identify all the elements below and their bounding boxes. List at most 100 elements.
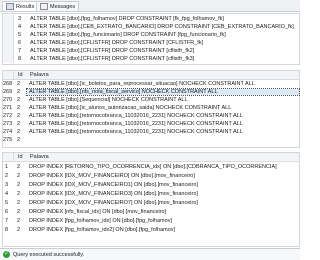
row-header[interactable]: 7 <box>3 218 13 224</box>
cell-text[interactable]: ALTER TABLE [dbo].[CFLISTFR] DROP CONSTR… <box>28 56 299 62</box>
cell-text[interactable]: DROP INDEX [RETORNO_TIPO_OCORRENCIA_idx]… <box>27 164 299 170</box>
cell-text[interactable]: ALTER TABLE [dbo].[retornocobranca_11032… <box>27 129 299 135</box>
row-header[interactable]: 273 <box>3 121 13 127</box>
select-all-corner[interactable] <box>3 153 14 161</box>
tab-messages[interactable]: Messages <box>36 1 80 11</box>
row-id: 2 <box>17 218 21 224</box>
row-id: 2 <box>17 209 21 215</box>
row-num: 3 <box>18 16 22 22</box>
row-header[interactable] <box>3 55 14 63</box>
row-header[interactable]: 2 <box>3 173 13 179</box>
table-row-selected[interactable]: 269 2 ALTER TABLE [dbo].[nfs_nota_fiscal_s… <box>3 88 300 96</box>
status-bar: ✓ Query executed successfully. <box>0 248 300 260</box>
table-row[interactable]: 6 2 DROP INDEX [nfs_fiscal_idx] ON [dbo].[… <box>3 208 299 216</box>
row-header[interactable]: 269 <box>3 89 13 95</box>
cell-text[interactable]: ALTER TABLE [dbo].[ic_boletos_para_repro… <box>27 81 299 87</box>
grid-icon <box>6 3 14 10</box>
cell-text[interactable]: ALTER TABLE [dbo].[CEB_EXTRATO_BANCARIO]… <box>28 24 299 30</box>
row-header[interactable]: 3 <box>3 182 13 188</box>
tab-results-label: Results <box>16 3 35 10</box>
table-row[interactable]: 8 2 DROP INDEX [fpg_folhamov_idx2] ON [dbo… <box>3 226 299 234</box>
row-id: 2 <box>17 89 21 95</box>
table-row[interactable]: 7 2 DROP INDEX [fpg_folhamov_idx] ON [dbo]… <box>3 217 299 225</box>
column-header-id[interactable]: Id <box>14 72 28 78</box>
cell-text[interactable]: DROP INDEX [IDX_MOV_FINANCEIRO] ON [dbo]… <box>27 173 299 179</box>
table-row[interactable]: 4 ALTER TABLE [dbo].[CEB_EXTRATO_BANCARIO… <box>3 23 299 31</box>
table-row[interactable]: 274 2 ALTER TABLE [dbo].[retornocobranca_1… <box>3 128 299 136</box>
cell-text[interactable]: ALTER TABLE [dbo].[retornocobranca_11032… <box>27 113 299 119</box>
table-row[interactable]: 8 ALTER TABLE [dbo].[CFLISTFR] DROP CONST… <box>3 55 299 63</box>
cell-text[interactable]: DROP INDEX [IDX_MOV_FINANCEIRO7] ON [dbo… <box>27 200 299 206</box>
row-num: 4 <box>18 24 22 30</box>
row-header[interactable] <box>3 23 14 31</box>
row-header[interactable]: 270 <box>3 97 13 103</box>
row-header[interactable] <box>3 39 14 47</box>
row-header[interactable]: 275 <box>3 137 13 143</box>
row-header[interactable]: 1 <box>3 164 13 170</box>
row-header[interactable]: 272 <box>3 113 13 119</box>
row-header[interactable]: 8 <box>3 227 13 233</box>
cell-text[interactable]: ALTER TABLE [dbo].[fpg_funcionario] DROP… <box>28 32 299 38</box>
result-grid-3: Id Palavra 1 2 DROP INDEX [RETORNO_TIPO_OC… <box>2 152 300 247</box>
column-header-palavra[interactable]: Palavra <box>28 154 299 160</box>
table-row[interactable]: 268 2 ALTER TABLE [dbo].[ic_boletos_para_r… <box>3 80 299 88</box>
select-all-corner[interactable] <box>3 71 14 79</box>
row-id: 2 <box>17 121 21 127</box>
cell-text[interactable]: ALTER TABLE [dbo].[CFLISTFR] DROP CONSTR… <box>28 40 299 46</box>
table-row[interactable]: 4 2 DROP INDEX [IDX_MOV_FINANCEIRO3] ON [d… <box>3 190 299 198</box>
cell-text[interactable]: ALTER TABLE [dbo].[CFLISTFR] DROP CONSTR… <box>28 48 299 54</box>
row-num: 8 <box>18 56 22 62</box>
table-row[interactable]: 7 ALTER TABLE [dbo].[CFLISTFR] DROP CONST… <box>3 47 299 55</box>
column-header-palavra[interactable]: Palavra <box>28 72 299 78</box>
success-check-icon: ✓ <box>3 251 10 258</box>
row-id: 2 <box>17 113 21 119</box>
row-header[interactable] <box>3 47 14 55</box>
row-header[interactable] <box>3 15 14 23</box>
table-row[interactable]: 273 2 ALTER TABLE [dbo].[retornocobranca_1… <box>3 120 299 128</box>
cell-text[interactable]: DROP INDEX [IDX_MOV_FINANCEIRO1] ON [dbo… <box>27 182 299 188</box>
cell-text[interactable]: DROP INDEX [IDX_MOV_FINANCEIRO3] ON [dbo… <box>27 191 299 197</box>
row-id: 2 <box>17 81 21 87</box>
cell-text[interactable]: ALTER TABLE [dbo].[nfs_nota_fiscal_servi… <box>26 88 300 96</box>
tab-results[interactable]: Results <box>2 1 39 11</box>
cell-text[interactable]: ALTER TABLE [dbo].[retornocobranca_11032… <box>27 121 299 127</box>
cell-text[interactable]: ALTER TABLE [dbo].[Sequencial] NOCHECK C… <box>27 97 299 103</box>
row-id: 2 <box>17 191 21 197</box>
row-num: 7 <box>18 48 22 54</box>
row-id: 2 <box>17 182 21 188</box>
cell-text[interactable]: DROP INDEX [fpg_folhamov_idx] ON [dbo].[… <box>27 218 299 224</box>
results-tabbar: Results Messages <box>0 0 300 12</box>
grid-header: Id Palavra <box>3 153 299 162</box>
cell-text[interactable]: ALTER TABLE [dbo].[fpg_folhamov] DROP CO… <box>28 16 299 22</box>
tab-messages-label: Messages <box>50 3 76 10</box>
cell-text[interactable]: ALTER TABLE [dbo].[ic_alunos_autorizacao… <box>27 105 299 111</box>
row-num: 6 <box>18 40 22 46</box>
table-row[interactable]: 271 2 ALTER TABLE [dbo].[ic_alunos_autoriz… <box>3 104 299 112</box>
row-id: 2 <box>17 105 21 111</box>
row-header[interactable]: 6 <box>3 209 13 215</box>
cell-text[interactable]: DROP INDEX [nfs_fiscal_idx] ON [dbo].[mo… <box>27 209 299 215</box>
row-id: 2 <box>17 164 21 170</box>
row-header[interactable] <box>3 31 14 39</box>
table-row[interactable]: 5 2 DROP INDEX [IDX_MOV_FINANCEIRO7] ON [d… <box>3 199 299 207</box>
table-row[interactable]: 270 2 ALTER TABLE [dbo].[Sequencial] NOCHE… <box>3 96 299 104</box>
row-header[interactable]: 268 <box>3 81 13 87</box>
table-row[interactable]: 3 ALTER TABLE [dbo].[fpg_folhamov] DROP C… <box>3 15 299 23</box>
row-id: 2 <box>17 97 21 103</box>
column-header-id[interactable]: Id <box>14 154 28 160</box>
cell-text[interactable]: DROP INDEX [fpg_folhamov_idx2] ON [dbo].… <box>27 227 299 233</box>
row-id: 2 <box>17 137 21 143</box>
table-row[interactable]: 5 ALTER TABLE [dbo].[fpg_funcionario] DRO… <box>3 31 299 39</box>
table-row[interactable]: 3 2 DROP INDEX [IDX_MOV_FINANCEIRO1] ON [d… <box>3 181 299 189</box>
table-row[interactable]: 6 ALTER TABLE [dbo].[CFLISTFR] DROP CONST… <box>3 39 299 47</box>
table-row[interactable]: 1 2 DROP INDEX [RETORNO_TIPO_OCORRENCIA_id… <box>3 163 299 171</box>
row-id: 2 <box>17 173 21 179</box>
row-header[interactable]: 271 <box>3 105 13 111</box>
row-header[interactable]: 4 <box>3 191 13 197</box>
table-row[interactable]: 275 2 <box>3 136 299 144</box>
table-row[interactable]: 2 2 DROP INDEX [IDX_MOV_FINANCEIRO] ON [db… <box>3 172 299 180</box>
row-header[interactable]: 5 <box>3 200 13 206</box>
table-row[interactable]: 272 2 ALTER TABLE [dbo].[retornocobranca_1… <box>3 112 299 120</box>
result-grid-1: 3 ALTER TABLE [dbo].[fpg_folhamov] DROP C… <box>2 13 300 65</box>
row-header[interactable]: 274 <box>3 129 13 135</box>
